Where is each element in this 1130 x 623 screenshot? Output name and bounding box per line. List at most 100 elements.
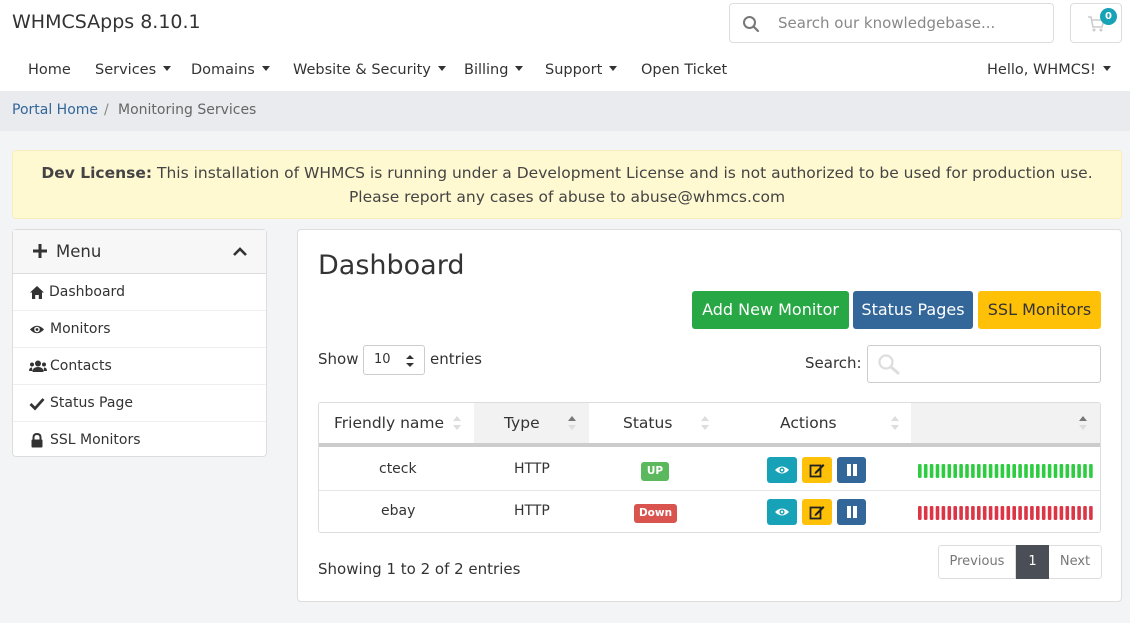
nav-domains[interactable]: Domains (191, 62, 270, 78)
nav-website-security[interactable]: Website & Security (293, 62, 446, 78)
caret-down-icon (515, 66, 524, 71)
uptime-bar (1041, 506, 1046, 520)
uptime-bar (965, 464, 969, 478)
uptime-bar (935, 506, 940, 520)
sidebar-item-status-page[interactable]: Status Page (13, 385, 266, 422)
column-header-status[interactable]: Status (589, 403, 715, 443)
sidebar-item-dashboard[interactable]: Dashboard (13, 274, 266, 311)
pagination-page-current[interactable]: 1 (1016, 545, 1049, 579)
nav-user-menu[interactable]: Hello, WHMCS! (987, 62, 1111, 78)
edit-monitor-button[interactable] (802, 457, 832, 483)
search-icon (743, 16, 760, 33)
nav-open-ticket[interactable]: Open Ticket (641, 62, 727, 78)
column-header-type[interactable]: Type (474, 403, 589, 443)
table-header: Friendly name Type Status Actions (319, 403, 1100, 447)
uptime-bar (988, 464, 993, 478)
table-search-input[interactable] (867, 345, 1101, 383)
uptime-bar (1083, 464, 1087, 478)
uptime-bar (965, 506, 969, 520)
plus-icon (33, 244, 47, 258)
search-input[interactable] (778, 10, 1046, 36)
column-header-actions[interactable]: Actions (715, 403, 910, 443)
uptime-bar (953, 506, 957, 520)
pagination-next[interactable]: Next (1049, 546, 1101, 578)
sidebar-item-ssl-monitors[interactable]: SSL Monitors (13, 422, 266, 459)
column-header-uptime[interactable] (911, 403, 1100, 443)
sidebar-item-contacts[interactable]: Contacts (13, 348, 266, 385)
caret-down-icon (1102, 66, 1111, 71)
entries-label: entries (430, 350, 482, 368)
pause-monitor-button[interactable] (837, 457, 866, 483)
user-greeting: Hello, WHMCS! (987, 62, 1096, 78)
alert-title: Dev License: (41, 164, 153, 182)
uptime-bar (1089, 506, 1093, 520)
sidebar-header[interactable]: Menu (13, 230, 266, 274)
column-header-label: Friendly name (334, 414, 445, 432)
status-pages-button[interactable]: Status Pages (853, 291, 973, 329)
uptime-bar (947, 464, 952, 478)
breadcrumb-home-link[interactable]: Portal Home (12, 102, 98, 118)
sort-icon (701, 416, 709, 430)
uptime-bars (918, 464, 1093, 478)
monitor-name: cteck (379, 461, 417, 477)
edit-monitor-button[interactable] (802, 499, 832, 525)
view-monitor-button[interactable] (767, 457, 797, 483)
main-nav: Home Services Domains Website & Security… (0, 52, 1130, 90)
caret-down-icon (609, 66, 618, 71)
uptime-bar (941, 506, 946, 520)
sidebar-item-label: Contacts (50, 358, 112, 374)
dashboard-card: Dashboard Add New Monitor Status Pages S… (297, 229, 1122, 602)
view-monitor-button[interactable] (767, 499, 797, 525)
chevron-up-icon[interactable] (232, 244, 248, 258)
uptime-bar (982, 506, 987, 520)
nav-services-label: Services (95, 62, 157, 78)
column-header-label: Status (623, 414, 673, 432)
uptime-bar (953, 464, 957, 478)
uptime-bar (982, 464, 987, 478)
pagination-previous[interactable]: Previous (939, 546, 1016, 578)
alert-line-1: Dev License: This installation of WHMCS … (13, 161, 1121, 185)
uptime-bar (971, 464, 975, 478)
sort-icon (891, 416, 899, 430)
alert-text-2: Please report any cases of abuse to abus… (348, 188, 786, 206)
uptime-bar (1071, 506, 1075, 520)
column-header-friendly-name[interactable]: Friendly name (319, 403, 474, 443)
site-logo[interactable]: WHMCSApps 8.10.1 (12, 11, 201, 33)
table-row: cteck HTTP UP (319, 449, 1100, 491)
uptime-bar (1077, 464, 1081, 478)
uptime-bar (1053, 506, 1058, 520)
edit-icon (809, 464, 825, 478)
ssl-monitors-button[interactable]: SSL Monitors (978, 291, 1101, 329)
knowledgebase-search[interactable] (729, 3, 1054, 43)
sort-ascending-icon (1079, 416, 1087, 430)
pause-monitor-button[interactable] (837, 499, 866, 525)
sidebar-item-monitors[interactable]: Monitors (13, 311, 266, 348)
entries-select-value: 10 (374, 352, 391, 367)
uptime-bar (1012, 506, 1016, 520)
dev-license-alert: Dev License: This installation of WHMCS … (12, 150, 1122, 219)
column-header-label: Type (504, 414, 540, 432)
cart-count-badge: 0 (1100, 8, 1117, 25)
uptime-bar (929, 506, 934, 520)
nav-home-label: Home (28, 62, 71, 78)
uptime-bar (1018, 464, 1022, 478)
eye-icon (775, 466, 789, 474)
cart-button[interactable]: 0 (1070, 3, 1122, 43)
table-info-text: Showing 1 to 2 of 2 entries (318, 560, 521, 578)
uptime-bar (929, 464, 934, 478)
uptime-bar (1024, 464, 1028, 478)
nav-home[interactable]: Home (28, 62, 71, 78)
nav-billing[interactable]: Billing (464, 62, 524, 78)
pause-icon (847, 506, 857, 518)
add-new-monitor-button[interactable]: Add New Monitor (692, 291, 849, 329)
uptime-bar (1036, 506, 1040, 520)
nav-services[interactable]: Services (95, 62, 172, 78)
uptime-bar (1030, 464, 1034, 478)
entries-per-page-select[interactable]: 10 (363, 345, 425, 375)
nav-support[interactable]: Support (545, 62, 618, 78)
nav-support-label: Support (545, 62, 603, 78)
monitor-name: ebay (381, 503, 416, 519)
sidebar-item-label: Dashboard (49, 284, 125, 300)
monitors-table: Friendly name Type Status Actions cteck … (318, 402, 1101, 533)
caret-down-icon (261, 66, 270, 71)
